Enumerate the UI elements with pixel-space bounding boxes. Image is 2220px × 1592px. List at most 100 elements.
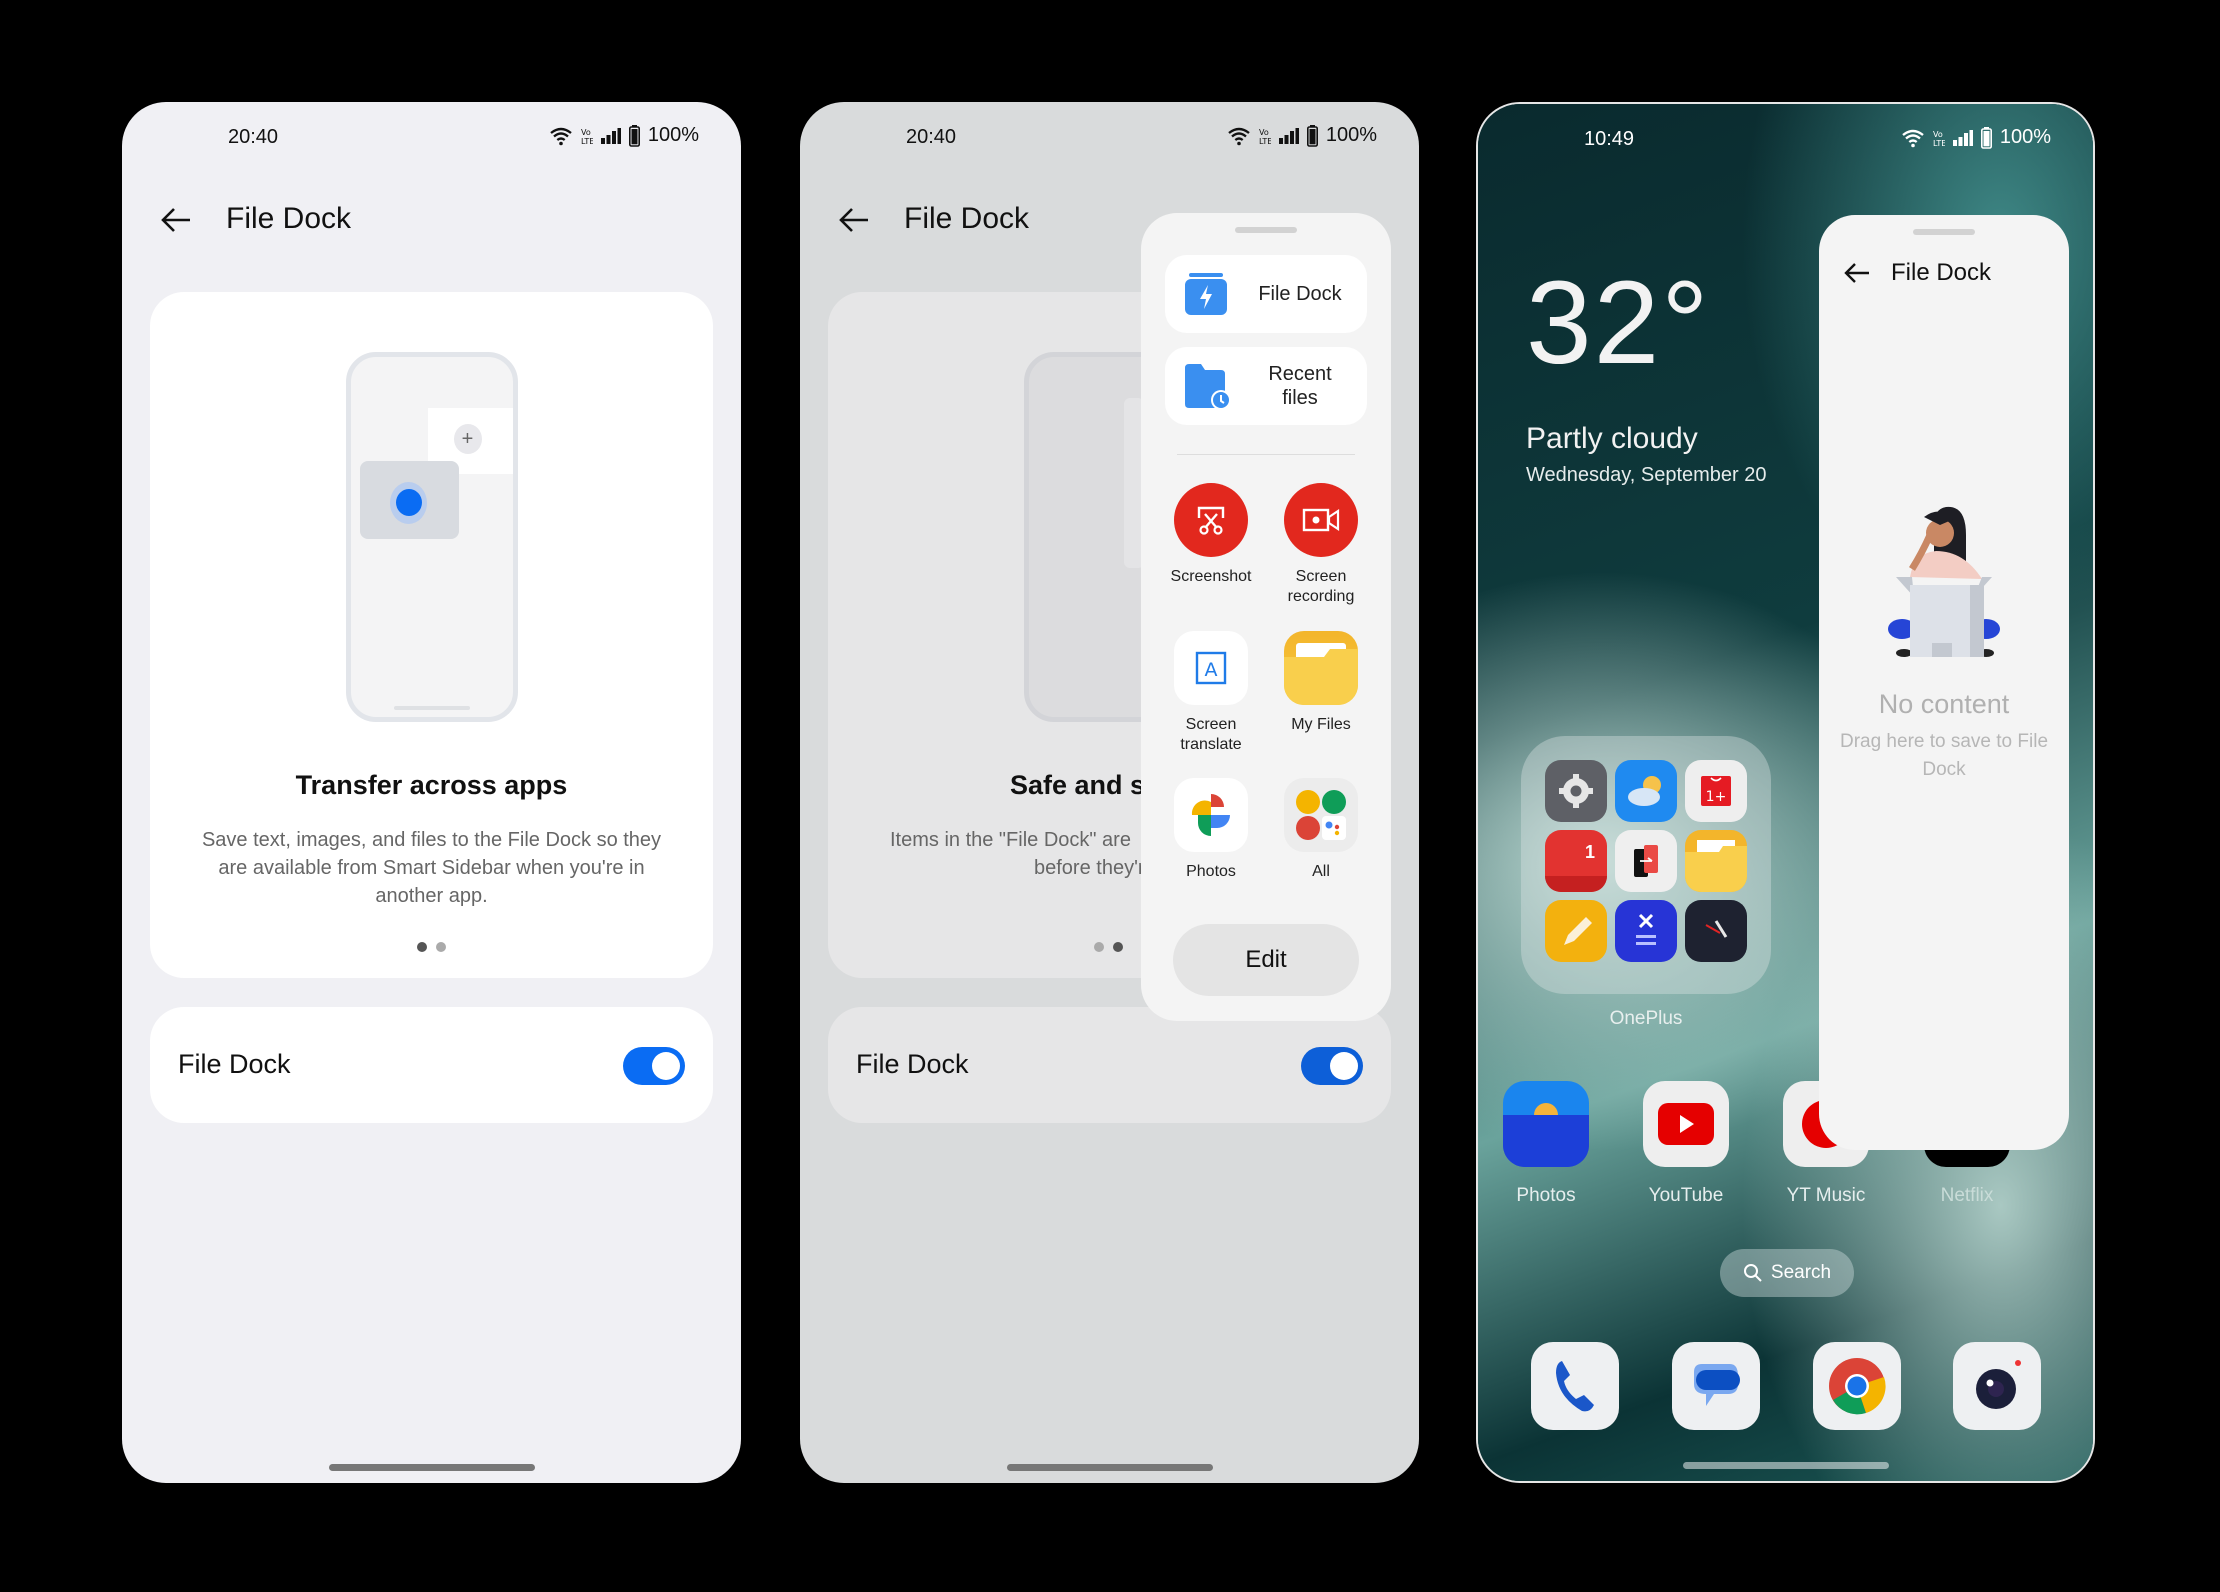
weather-temperature[interactable]: 32° (1526, 264, 1710, 382)
status-bar-icons: Vo LTE 100% (549, 124, 699, 147)
app-label: Photos (1186, 863, 1236, 880)
battery-icon (1980, 126, 1992, 149)
svg-text:LTE: LTE (581, 137, 593, 145)
app-header: File Dock (122, 190, 741, 250)
onboarding-description: Save text, images, and files to the File… (201, 829, 662, 907)
battery-percent: 100% (1999, 126, 2051, 148)
app-label: My Files (1291, 716, 1351, 733)
google-photos-icon (1191, 794, 1230, 836)
weather-condition: Partly cloudy (1526, 422, 1698, 455)
sidebar-divider (1177, 454, 1355, 455)
app-label: Screen recording (1287, 568, 1355, 605)
sidebar-drag-handle[interactable] (1235, 227, 1297, 233)
app-youtube[interactable]: YouTube (1631, 1081, 1741, 1207)
edit-button[interactable]: Edit (1173, 924, 1359, 996)
app-label: Screen translate (1180, 716, 1242, 753)
calendar-icon[interactable]: 1 (1545, 830, 1607, 892)
sidebar-app-all[interactable]: All (1266, 778, 1376, 882)
phone-screen-settings: 20:40 Vo LTE 100% File Dock + Transfer ac… (122, 102, 741, 1483)
page-dot-1[interactable] (1094, 942, 1104, 952)
weather-date: Wednesday, September 20 (1526, 464, 1767, 486)
sidebar-drag-handle[interactable] (1913, 229, 1975, 235)
messages-icon[interactable] (1672, 1342, 1760, 1430)
smart-sidebar[interactable]: File Dock Recent files Screenshot Screen… (1141, 213, 1391, 1021)
app-photos[interactable]: Photos (1491, 1081, 1601, 1207)
file-dock-setting-row[interactable]: File Dock (828, 1007, 1391, 1123)
arrow-left-icon[interactable] (158, 204, 194, 236)
status-bar-icons: Vo LTE 100% (1901, 126, 2051, 149)
weather-icon[interactable] (1615, 760, 1677, 822)
clone-phone-icon[interactable] (1615, 830, 1677, 892)
home-indicator[interactable] (328, 1464, 535, 1471)
battery-icon (628, 124, 640, 147)
photos-icon (1503, 1103, 1589, 1167)
page-dot-1[interactable] (417, 942, 427, 952)
file-dock-sidebar-panel[interactable]: File Dock No content Drag here to save t… (1819, 215, 2069, 1150)
oneplus-store-icon[interactable]: 1+ (1685, 760, 1747, 822)
home-indicator[interactable] (1006, 1464, 1213, 1471)
youtube-icon (1658, 1103, 1714, 1145)
sidebar-header: File Dock (1843, 259, 1991, 287)
wifi-icon (550, 127, 572, 145)
svg-text:Vo: Vo (581, 128, 591, 137)
screen-recording-icon (1302, 508, 1340, 532)
app-label: All (1312, 863, 1330, 880)
app-label: Photos (1516, 1185, 1576, 1206)
app-label: YouTube (1648, 1185, 1724, 1206)
file-manager-icon[interactable] (1685, 830, 1747, 892)
sidebar-app-photos[interactable]: Photos (1156, 778, 1266, 882)
status-time: 20:40 (906, 126, 957, 148)
chrome-icon[interactable] (1813, 1342, 1901, 1430)
svg-text:A: A (1205, 659, 1218, 681)
arrow-left-icon[interactable] (1843, 261, 1871, 285)
svg-text:1+: 1+ (1706, 789, 1727, 805)
app-label: Netflix (1940, 1185, 1994, 1206)
sidebar-tile-recent-files[interactable]: Recent files (1165, 347, 1367, 425)
empty-state-subtitle: Drag here to save to File Dock (1839, 731, 2049, 780)
app-label: Screenshot (1170, 568, 1252, 585)
sidebar-title: File Dock (1891, 259, 1992, 286)
clock-icon[interactable] (1685, 900, 1747, 962)
status-bar-icons: Vo LTE 100% (1227, 124, 1377, 147)
recent-files-icon (1185, 364, 1231, 410)
calendar-day: 1 (1584, 842, 1595, 862)
tile-label: File Dock (1258, 283, 1342, 305)
page-dot-2[interactable] (436, 942, 446, 952)
notes-icon[interactable] (1545, 900, 1607, 962)
app-label: YT Music (1786, 1185, 1866, 1206)
sidebar-app-screenshot[interactable]: Screenshot (1156, 483, 1266, 587)
wifi-icon (1228, 127, 1250, 145)
page-dot-2[interactable] (1113, 942, 1123, 952)
status-time: 20:40 (228, 126, 279, 148)
screen-translate-icon: A (1195, 651, 1227, 685)
transfer-illustration: + (345, 352, 518, 722)
wifi-icon (1902, 129, 1924, 147)
volte-icon: VoLTE (1259, 128, 1271, 145)
signal-icon (1952, 129, 1973, 146)
settings-icon[interactable] (1545, 760, 1607, 822)
camera-icon[interactable] (1953, 1342, 2041, 1430)
sidebar-app-my-files[interactable]: My Files (1266, 631, 1376, 735)
battery-icon (1306, 124, 1318, 147)
sidebar-app-screen-translate[interactable]: A Screen translate (1156, 631, 1266, 755)
file-dock-toggle[interactable] (1301, 1047, 1363, 1085)
setting-label: File Dock (178, 1049, 291, 1079)
page-indicator[interactable] (150, 942, 713, 952)
plus-icon: + (453, 424, 482, 454)
arrow-left-icon[interactable] (836, 204, 872, 236)
onboarding-card[interactable]: + Transfer across apps Save text, images… (150, 292, 713, 978)
svg-text:LTE: LTE (1259, 137, 1271, 145)
sidebar-app-screen-recording[interactable]: Screen recording (1266, 483, 1376, 607)
file-dock-toggle[interactable] (623, 1047, 685, 1085)
search-button[interactable]: Search (1720, 1249, 1854, 1297)
status-time: 10:49 (1584, 128, 1635, 150)
app-folder-oneplus[interactable]: 1+ 1 (1521, 736, 1771, 994)
file-dock-setting-row[interactable]: File Dock (150, 1007, 713, 1123)
phone-icon[interactable] (1531, 1342, 1619, 1430)
folder-label: OnePlus (1609, 1008, 1683, 1029)
signal-icon (1278, 127, 1299, 144)
calculator-icon[interactable] (1615, 900, 1677, 962)
home-indicator[interactable] (1682, 1462, 1889, 1469)
screenshot-icon (1197, 506, 1225, 535)
sidebar-tile-file-dock[interactable]: File Dock (1165, 255, 1367, 333)
